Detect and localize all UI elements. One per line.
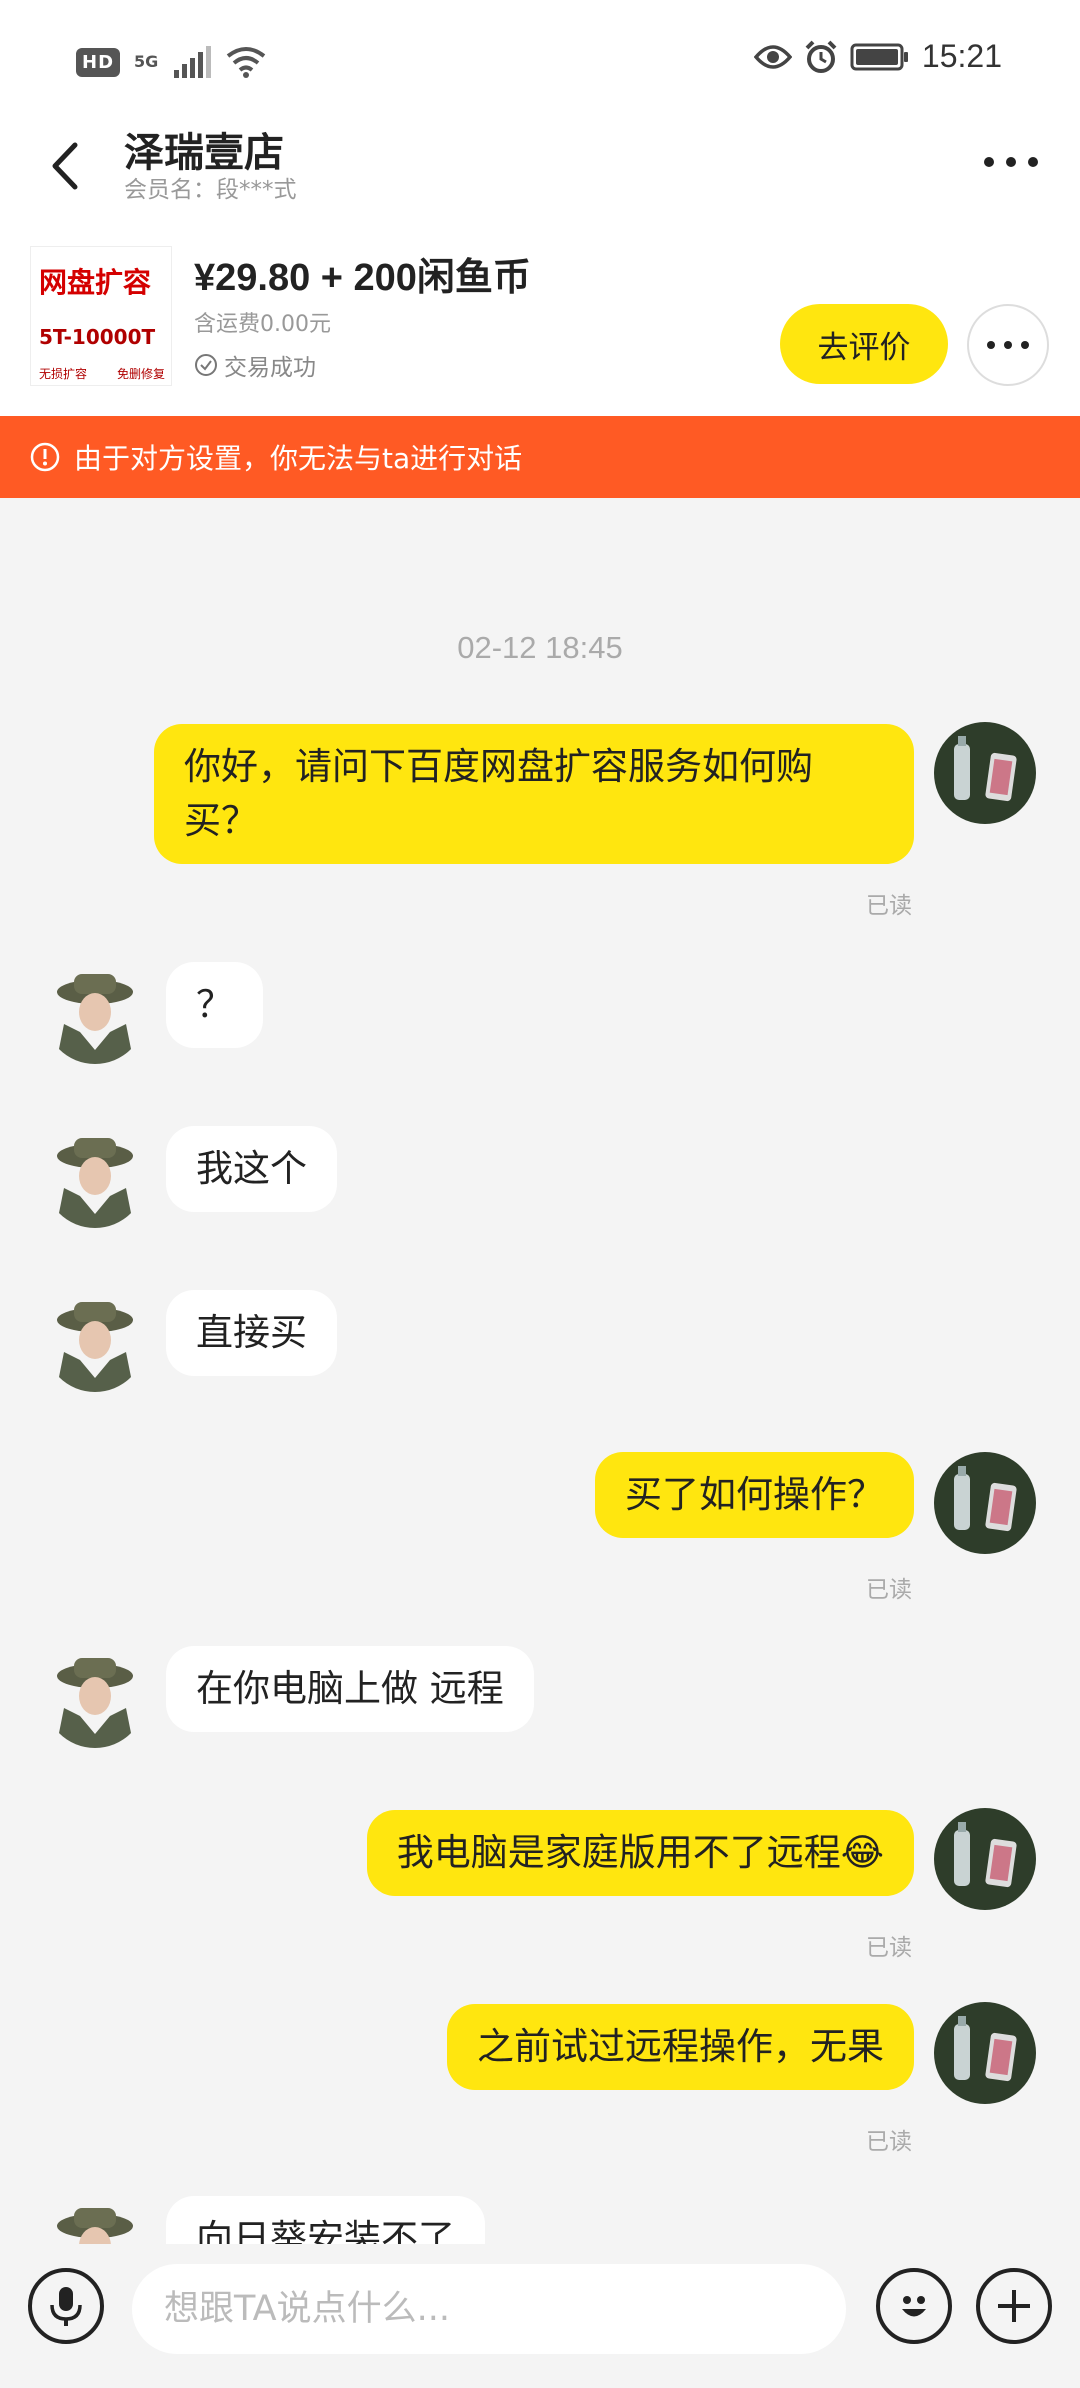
avatar-image bbox=[44, 1126, 146, 1228]
message-bubble-sent[interactable]: 你好，请问下百度网盘扩容服务如何购买？ bbox=[154, 724, 914, 864]
read-receipt: 已读 bbox=[866, 1577, 912, 1603]
avatar-image bbox=[934, 1808, 1036, 1910]
thumb-capacity: 5T-10000T bbox=[39, 325, 156, 349]
message-text: 在你电脑上做 远程 bbox=[196, 1667, 504, 1710]
alarm-icon bbox=[805, 40, 837, 73]
seller-avatar[interactable] bbox=[44, 1126, 146, 1228]
seller-avatar[interactable] bbox=[44, 1290, 146, 1392]
message-bubble-sent[interactable]: 买了如何操作？ bbox=[595, 1452, 914, 1538]
more-horizontal-icon bbox=[984, 157, 1038, 167]
thumb-title: 网盘扩容 bbox=[39, 266, 152, 299]
message-bubble-received[interactable]: 在你电脑上做 远程 bbox=[166, 1646, 534, 1732]
input-bar bbox=[0, 2244, 1080, 2388]
status-right: 15:21 bbox=[753, 38, 1002, 75]
avatar-image bbox=[934, 1452, 1036, 1554]
message-timestamp: 02-12 18:45 bbox=[457, 630, 623, 665]
check-circle-icon bbox=[195, 354, 217, 376]
back-button[interactable] bbox=[38, 126, 90, 206]
plus-icon bbox=[998, 2290, 1030, 2322]
message-bubble-received[interactable]: 我这个 bbox=[166, 1126, 337, 1212]
message-text: 向日葵安装不了 bbox=[196, 2217, 455, 2244]
more-options-button[interactable] bbox=[976, 132, 1046, 192]
my-avatar[interactable] bbox=[934, 722, 1036, 824]
read-receipt: 已读 bbox=[866, 1935, 912, 1961]
order-card[interactable]: 网盘扩容 5T-10000T 无损扩容 免删修复 ¥29.80 + 200闲鱼币… bbox=[0, 230, 1080, 416]
battery-icon bbox=[850, 43, 908, 70]
alert-circle-icon bbox=[30, 442, 60, 472]
warning-banner: 由于对方设置，你无法与ta进行对话 bbox=[0, 416, 1080, 498]
avatar-image bbox=[44, 1646, 146, 1748]
message-text: 买了如何操作？ bbox=[625, 1473, 884, 1516]
thumb-tag: 无损扩容 bbox=[39, 367, 88, 381]
thumb-tags: 无损扩容 免删修复 bbox=[39, 365, 165, 382]
message-text: ？ bbox=[196, 983, 233, 1026]
message-bubble-received[interactable]: ？ bbox=[166, 962, 263, 1048]
my-avatar[interactable] bbox=[934, 1808, 1036, 1910]
eye-icon bbox=[753, 44, 792, 69]
read-receipt: 已读 bbox=[866, 893, 912, 919]
member-name: 会员名：段***式 bbox=[124, 177, 297, 203]
avatar-image bbox=[44, 1290, 146, 1392]
chevron-left-icon bbox=[52, 142, 78, 190]
avatar-image bbox=[934, 722, 1036, 824]
message-bubble-sent[interactable]: 我电脑是家庭版用不了远程😂 bbox=[366, 1810, 914, 1896]
status-bar: HD 5G 15:21 bbox=[0, 0, 1080, 120]
wifi-icon bbox=[227, 47, 266, 78]
message-text: 你好，请问下百度网盘扩容服务如何购买？ bbox=[184, 745, 813, 842]
status-left: HD 5G bbox=[76, 46, 266, 78]
order-more-button[interactable] bbox=[967, 304, 1049, 386]
seller-avatar[interactable] bbox=[44, 2196, 146, 2244]
more-horizontal-icon bbox=[987, 341, 1029, 349]
signal-icon bbox=[174, 46, 212, 78]
network-label: 5G bbox=[134, 52, 159, 71]
product-thumbnail[interactable]: 网盘扩容 5T-10000T 无损扩容 免删修复 bbox=[30, 246, 172, 386]
trade-status: 交易成功 bbox=[194, 348, 316, 382]
warning-text: 由于对方设置，你无法与ta进行对话 bbox=[74, 442, 523, 475]
chat-header: 泽瑞壹店 会员名：段***式 bbox=[0, 120, 1080, 230]
clipped-message-row: 向日葵安装不了 bbox=[0, 2196, 1080, 2244]
my-avatar[interactable] bbox=[934, 1452, 1036, 1554]
message-input[interactable] bbox=[132, 2264, 846, 2354]
trade-status-text: 交易成功 bbox=[224, 355, 316, 381]
review-button[interactable]: 去评价 bbox=[780, 304, 948, 384]
voice-button[interactable] bbox=[28, 2268, 104, 2344]
emoji-button[interactable] bbox=[876, 2268, 952, 2344]
avatar-image bbox=[934, 2002, 1036, 2104]
message-bubble-received[interactable]: 直接买 bbox=[166, 1290, 337, 1376]
order-price: ¥29.80 + 200闲鱼币 bbox=[194, 257, 531, 299]
message-text: 我这个 bbox=[196, 1147, 307, 1190]
thumb-tag: 免删修复 bbox=[116, 367, 165, 381]
plus-button[interactable] bbox=[976, 2268, 1052, 2344]
avatar-image bbox=[44, 962, 146, 1064]
smiley-icon bbox=[902, 2296, 926, 2317]
message-bubble-sent[interactable]: 之前试过远程操作，无果 bbox=[447, 2004, 914, 2090]
my-avatar[interactable] bbox=[934, 2002, 1036, 2104]
clock: 15:21 bbox=[921, 38, 1002, 74]
read-receipt: 已读 bbox=[866, 2129, 912, 2155]
message-text: 之前试过远程操作，无果 bbox=[477, 2025, 884, 2068]
shipping-fee: 含运费0.00元 bbox=[194, 312, 331, 337]
message-text: 直接买 bbox=[196, 1311, 307, 1354]
avatar-image bbox=[44, 2196, 146, 2244]
message-bubble-received[interactable]: 向日葵安装不了 bbox=[166, 2196, 485, 2244]
microphone-icon bbox=[50, 2287, 82, 2326]
message-text: 我电脑是家庭版用不了远程😂 bbox=[396, 1831, 884, 1874]
seller-avatar[interactable] bbox=[44, 1646, 146, 1748]
hd-badge: HD bbox=[76, 47, 121, 77]
seller-avatar[interactable] bbox=[44, 962, 146, 1064]
